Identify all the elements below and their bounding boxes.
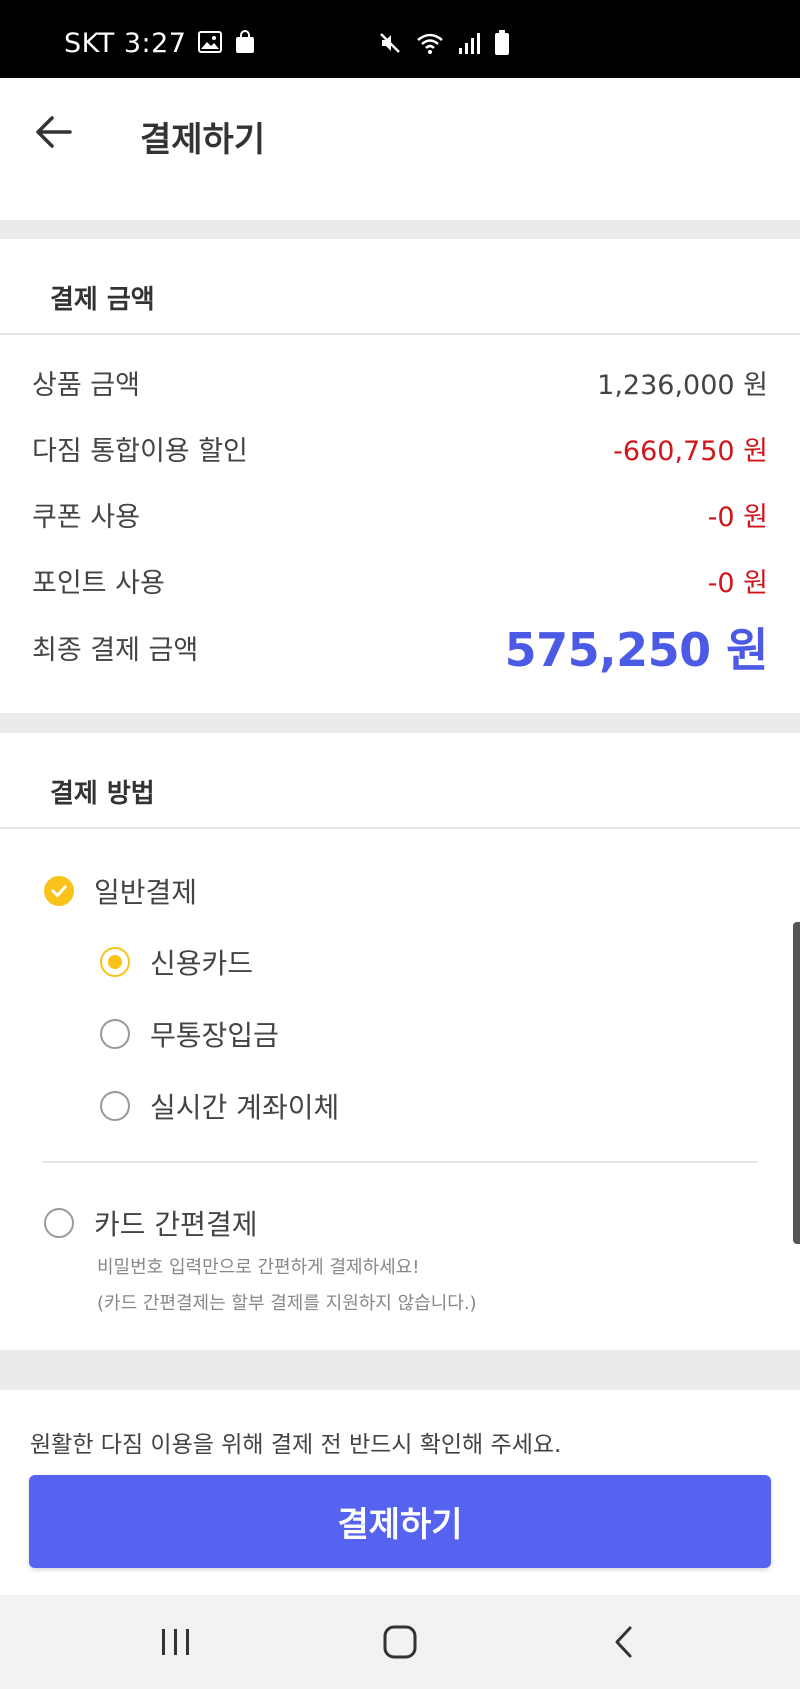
- home-button[interactable]: [370, 1617, 430, 1667]
- arrow-left-icon: [36, 116, 72, 148]
- payment-amount-section: 결제 금액 상품 금액 1,236,000 원 다짐 통합이용 할인 -660,…: [0, 239, 800, 713]
- check-circle-icon: [44, 876, 74, 906]
- status-right: [378, 30, 510, 60]
- option-credit-card[interactable]: 신용카드: [100, 942, 253, 982]
- recent-apps-button[interactable]: [146, 1617, 206, 1667]
- payment-amount-title: 결제 금액: [50, 285, 155, 315]
- section-separator: [0, 713, 800, 733]
- section-divider: [0, 827, 800, 829]
- option-label: 신용카드: [150, 947, 254, 980]
- back-button[interactable]: [30, 108, 78, 156]
- option-label: 무통장입금: [150, 1019, 279, 1052]
- section-divider: [0, 333, 800, 335]
- amount-value: -0 원: [707, 568, 768, 599]
- amount-row-product: 상품 금액 1,236,000 원: [32, 363, 768, 402]
- amount-label: 상품 금액: [32, 370, 140, 401]
- status-bar: SKT 3:27: [0, 0, 800, 78]
- carrier-time: SKT 3:27: [64, 28, 187, 59]
- easy-pay-hint: (카드 간편결제는 할부 결제를 지원하지 않습니다.): [97, 1293, 477, 1314]
- total-value: 575,250 원: [504, 623, 769, 677]
- recent-apps-icon: [162, 1629, 189, 1655]
- home-icon: [383, 1625, 417, 1659]
- mute-icon: [378, 31, 402, 59]
- amount-label: 쿠폰 사용: [32, 502, 140, 533]
- amount-value: 1,236,000 원: [597, 370, 768, 401]
- shopping-bag-icon: [234, 29, 256, 58]
- back-icon: [615, 1626, 632, 1658]
- amount-row-discount: 다짐 통합이용 할인 -660,750 원: [32, 429, 768, 468]
- radio-unselected[interactable]: [100, 1019, 130, 1049]
- option-label: 일반결제: [94, 876, 198, 909]
- system-back-button[interactable]: [594, 1617, 654, 1667]
- nav-bar: [0, 1595, 800, 1689]
- section-separator: [0, 220, 800, 239]
- option-label: 카드 간편결제: [94, 1208, 258, 1241]
- radio-unselected[interactable]: [100, 1091, 130, 1121]
- option-divider: [42, 1161, 758, 1163]
- total-label: 최종 결제 금액: [32, 634, 199, 666]
- payment-method-section: 결제 방법 일반결제 신용카드 무통장입금 실시간 계좌이체 카드 간편결제 비…: [0, 733, 800, 1350]
- amount-row-point: 포인트 사용 -0 원: [32, 561, 768, 600]
- status-left: SKT 3:27: [64, 28, 256, 59]
- amount-value: -0 원: [707, 502, 768, 533]
- signal-icon: [458, 31, 480, 59]
- option-card-easy-pay[interactable]: 카드 간편결제: [44, 1203, 257, 1243]
- section-separator: [0, 1350, 800, 1390]
- option-general-payment[interactable]: 일반결제: [44, 871, 197, 911]
- option-label: 실시간 계좌이체: [150, 1091, 340, 1124]
- gallery-icon: [198, 30, 223, 57]
- amount-value: -660,750 원: [613, 436, 768, 467]
- option-realtime-transfer[interactable]: 실시간 계좌이체: [100, 1086, 339, 1126]
- radio-unselected[interactable]: [44, 1208, 74, 1238]
- scrollbar[interactable]: [793, 922, 800, 1244]
- payment-method-title: 결제 방법: [50, 779, 155, 809]
- pay-button[interactable]: 결제하기: [29, 1475, 771, 1568]
- amount-row-total: 최종 결제 금액 575,250 원: [32, 614, 769, 680]
- amount-row-coupon: 쿠폰 사용 -0 원: [32, 495, 768, 534]
- amount-label: 포인트 사용: [32, 568, 165, 599]
- page-title: 결제하기: [140, 120, 266, 160]
- notice-text: 원활한 다짐 이용을 위해 결제 전 반드시 확인해 주세요.: [30, 1432, 562, 1458]
- battery-icon: [494, 30, 510, 60]
- radio-selected[interactable]: [100, 947, 130, 977]
- app-header: 결제하기: [0, 78, 800, 220]
- wifi-icon: [416, 31, 444, 59]
- amount-label: 다짐 통합이용 할인: [32, 436, 248, 467]
- easy-pay-hint: 비밀번호 입력만으로 간편하게 결제하세요!: [97, 1257, 420, 1278]
- option-bank-deposit[interactable]: 무통장입금: [100, 1014, 279, 1054]
